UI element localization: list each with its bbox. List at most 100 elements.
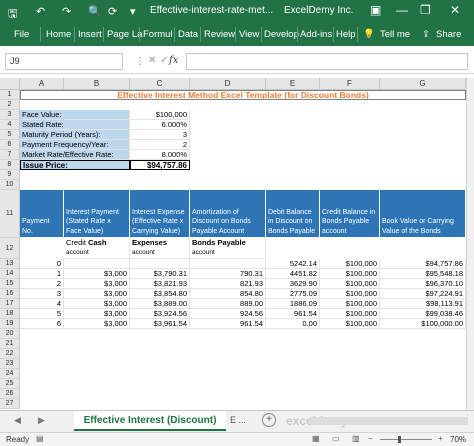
header-debit-balance[interactable]: Debit Balance in Discount on Bonds Payab… <box>266 190 320 238</box>
cell-debit-balance[interactable]: 1886.09 <box>266 299 320 309</box>
autosave-icon[interactable]: ⟳ <box>108 5 117 18</box>
tab-add-ins[interactable]: Add-ins <box>300 29 332 40</box>
cell-payment-no[interactable]: 2 <box>20 279 64 289</box>
tab-help[interactable]: Help <box>336 29 356 40</box>
input-label-face-value[interactable]: Face Value: <box>20 110 130 120</box>
row-header[interactable]: 7 <box>0 150 20 160</box>
cell-book-value[interactable]: $98,113.91 <box>380 299 466 309</box>
macro-record-icon[interactable]: ▤ <box>36 434 44 443</box>
input-value-stated-rate[interactable]: 6.000% <box>130 120 190 130</box>
next-sheet-icon[interactable]: ▶ <box>38 415 45 426</box>
cell-interest-expense[interactable] <box>130 259 190 269</box>
cell-debit-balance[interactable]: 0.00 <box>266 319 320 329</box>
enter-icon[interactable]: ✓ <box>160 55 168 66</box>
formula-input[interactable] <box>186 53 468 70</box>
cell-debit-balance[interactable]: 3629.90 <box>266 279 320 289</box>
zoom-in-icon[interactable]: + <box>438 434 443 443</box>
cell-payment-no[interactable]: 5 <box>20 309 64 319</box>
column-header-c[interactable]: C <box>130 78 190 90</box>
cell-amortization[interactable]: 924.56 <box>190 309 266 319</box>
cell-book-value[interactable]: $96,370.10 <box>380 279 466 289</box>
vertical-scrollbar[interactable] <box>466 78 474 410</box>
row-header[interactable]: 3 <box>0 110 20 120</box>
input-value-face-value[interactable]: $100,000 <box>130 110 190 120</box>
cell-interest-payment[interactable]: $3,000 <box>64 289 130 299</box>
print-preview-icon[interactable]: 🔍 <box>88 5 102 18</box>
cell-interest-expense[interactable]: $3,889.00 <box>130 299 190 309</box>
row-header[interactable]: 11 <box>0 190 20 238</box>
cell-payment-no[interactable]: 6 <box>20 319 64 329</box>
column-header-a[interactable]: A <box>20 78 64 90</box>
cell-payment-no[interactable]: 3 <box>20 289 64 299</box>
header-amortization[interactable]: Amortization of Discount on Bonds Payabl… <box>190 190 266 238</box>
prev-sheet-icon[interactable]: ◀ <box>14 415 21 426</box>
input-label-stated-rate[interactable]: Stated Rate: <box>20 120 130 130</box>
account-name[interactable]: ExcelDemy Inc. <box>284 5 353 16</box>
cell-interest-payment[interactable]: $3,000 <box>64 269 130 279</box>
row-header[interactable]: 27 <box>0 399 20 409</box>
close-icon[interactable]: ✕ <box>450 3 460 17</box>
input-value-market-rate[interactable]: 8.000% <box>130 150 190 160</box>
header-interest-expense[interactable]: Interest Expense (Effective Rate x Carry… <box>130 190 190 238</box>
cell-interest-expense[interactable]: $3,854.80 <box>130 289 190 299</box>
issue-price-label[interactable]: Issue Price: <box>20 160 130 170</box>
cell-amortization[interactable]: 889.00 <box>190 299 266 309</box>
cell-amortization[interactable]: 961.54 <box>190 319 266 329</box>
cell-credit-balance[interactable]: $100,000 <box>320 309 380 319</box>
cell-debit-balance[interactable]: 2775.09 <box>266 289 320 299</box>
cell-interest-payment[interactable]: $3,000 <box>64 299 130 309</box>
minimize-icon[interactable]: — <box>396 3 408 17</box>
cell-book-value[interactable]: $94,757.86 <box>380 259 466 269</box>
redo-icon[interactable]: ↷ <box>62 5 71 18</box>
column-header-g[interactable]: G <box>380 78 466 90</box>
cell-interest-payment[interactable]: $3,000 <box>64 309 130 319</box>
account-label-bonds-payable[interactable]: Bonds Payable account <box>190 238 266 259</box>
account-label-cash[interactable]: Credit Cash account <box>64 238 130 259</box>
row-header[interactable]: 8 <box>0 160 20 170</box>
input-label-payment-frequency[interactable]: Payment Frequency/Year: <box>20 140 130 150</box>
cell-book-value[interactable]: $97,224.91 <box>380 289 466 299</box>
cell-interest-expense[interactable]: $3,961.54 <box>130 319 190 329</box>
cancel-icon[interactable]: ✕ <box>148 55 156 66</box>
name-box[interactable]: J9 <box>5 53 123 70</box>
cell-book-value[interactable]: $99,038.46 <box>380 309 466 319</box>
tab-insert[interactable]: Insert <box>78 29 102 40</box>
header-payment-no[interactable]: Payment No. <box>20 190 64 238</box>
add-sheet-button[interactable]: + <box>262 413 276 427</box>
sheet-tab-active[interactable]: Effective Interest (Discount) <box>74 411 226 431</box>
share-icon[interactable]: ⇪ <box>422 29 430 40</box>
lightbulb-icon[interactable]: 💡 <box>363 29 375 40</box>
cell-debit-balance[interactable]: 5242.14 <box>266 259 320 269</box>
row-header[interactable]: 17 <box>0 299 20 309</box>
worksheet-grid[interactable]: A B C D E F G 1 2 3 4 5 6 7 8 9 10 11 12… <box>0 78 474 410</box>
row-header[interactable]: 20 <box>0 329 20 339</box>
cell-debit-balance[interactable]: 4451.82 <box>266 269 320 279</box>
cell-credit-balance[interactable]: $100,000 <box>320 259 380 269</box>
cell-interest-expense[interactable]: $3,924.56 <box>130 309 190 319</box>
input-label-maturity-period[interactable]: Maturity Period (Years): <box>20 130 130 140</box>
row-header[interactable]: 6 <box>0 140 20 150</box>
row-header[interactable]: 26 <box>0 389 20 399</box>
row-header[interactable]: 16 <box>0 289 20 299</box>
row-header[interactable]: 15 <box>0 279 20 289</box>
customize-qat-icon[interactable]: ▾ <box>130 5 136 18</box>
cell-credit-balance[interactable]: $100,000 <box>320 279 380 289</box>
row-header[interactable]: 2 <box>0 100 20 110</box>
row-header[interactable]: 19 <box>0 319 20 329</box>
cell-interest-payment[interactable]: $3,000 <box>64 279 130 289</box>
row-header[interactable]: 4 <box>0 120 20 130</box>
row-header[interactable]: 22 <box>0 349 20 359</box>
tab-page-layout[interactable]: Page La <box>107 29 142 40</box>
row-header[interactable]: 14 <box>0 269 20 279</box>
tab-view[interactable]: View <box>239 29 259 40</box>
restore-icon[interactable]: ❐ <box>420 3 431 17</box>
column-header-f[interactable]: F <box>320 78 380 90</box>
header-credit-balance[interactable]: Credit Balance in Bonds Payable account <box>320 190 380 238</box>
account-label-expenses[interactable]: Expenses account <box>130 238 190 259</box>
tab-formulas[interactable]: Formul <box>143 29 173 40</box>
undo-icon[interactable]: ↶ <box>36 5 45 18</box>
cell-amortization[interactable] <box>190 259 266 269</box>
cell-payment-no[interactable]: 1 <box>20 269 64 279</box>
row-header[interactable]: 12 <box>0 238 20 259</box>
row-header[interactable]: 24 <box>0 369 20 379</box>
